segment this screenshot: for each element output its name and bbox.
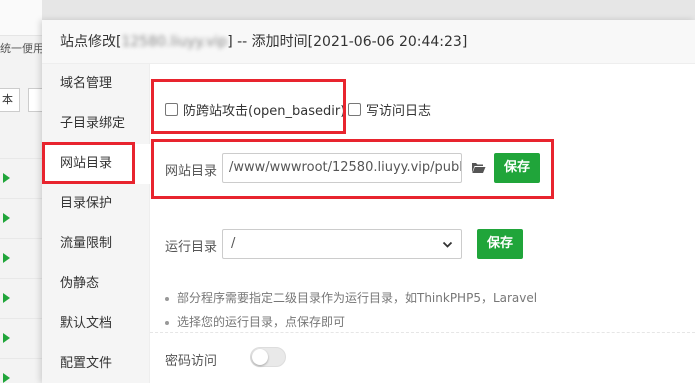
sidebar-item-domain[interactable]: 域名管理	[42, 64, 150, 104]
sidebar-item-label: 目录保护	[60, 196, 113, 211]
sidebar-item-label: 配置文件	[60, 356, 113, 371]
modal-title-prefix: 站点修改[	[60, 34, 122, 50]
tip-text: 部分程序需要指定二级目录作为运行目录，如ThinkPHP5，Laravel	[177, 291, 538, 305]
write-log-option[interactable]: 写访问日志	[348, 100, 431, 119]
sidebar-item-dir-protect[interactable]: 目录保护	[42, 184, 150, 224]
toggle-knob	[252, 349, 268, 365]
play-icon[interactable]	[3, 213, 10, 223]
background-row	[0, 358, 42, 383]
background-tag: 统一便用	[0, 42, 42, 55]
tip-item: 选择您的运行目录，点保存即可	[165, 313, 345, 330]
modal-sidebar: 域名管理 子目录绑定 网站目录 目录保护 流量限制 伪静态 默认文档 配置文件	[42, 64, 150, 383]
write-log-label: 写访问日志	[366, 104, 432, 119]
play-icon[interactable]	[3, 293, 10, 303]
run-dir-label: 运行目录	[165, 240, 218, 255]
play-icon[interactable]	[3, 333, 10, 343]
sidebar-item-label: 流量限制	[60, 236, 113, 251]
background-page: 统一便用 本	[0, 0, 42, 383]
highlight-sidebar-site-dir	[42, 142, 135, 184]
sidebar-item-config-file[interactable]: 配置文件	[42, 344, 150, 383]
sidebar-item-label: 默认文档	[60, 316, 113, 331]
modal-title-domain: 12580.liuyy.vip	[121, 34, 228, 50]
background-row	[0, 238, 42, 278]
run-dir-select[interactable]: /	[222, 229, 462, 259]
password-access-toggle[interactable]	[250, 347, 286, 367]
write-log-checkbox[interactable]	[348, 103, 361, 116]
run-dir-value: /	[231, 236, 236, 251]
play-icon[interactable]	[3, 373, 10, 383]
tip-item: 部分程序需要指定二级目录作为运行目录，如ThinkPHP5，Laravel	[165, 289, 537, 306]
background-row	[0, 198, 42, 238]
sidebar-item-subdir-binding[interactable]: 子目录绑定	[42, 104, 150, 144]
modal-title-suffix: ] -- 添加时间[2021-06-06 20:44:23]	[227, 34, 468, 50]
sidebar-item-rewrite[interactable]: 伪静态	[42, 264, 150, 304]
play-icon[interactable]	[3, 173, 10, 183]
divider	[150, 332, 695, 333]
background-header	[0, 0, 42, 36]
highlight-site-dir-row	[151, 139, 554, 199]
sidebar-item-default-doc[interactable]: 默认文档	[42, 304, 150, 344]
sidebar-item-label: 子目录绑定	[60, 116, 126, 131]
chevron-down-icon	[442, 241, 453, 248]
run-dir-save-button[interactable]: 保存	[477, 229, 523, 259]
sidebar-item-traffic-limit[interactable]: 流量限制	[42, 224, 150, 264]
site-edit-modal: 站点修改[12580.liuyy.vip] -- 添加时间[2021-06-06…	[42, 20, 695, 383]
sidebar-item-label: 域名管理	[60, 76, 113, 91]
modal-title: 站点修改[12580.liuyy.vip] -- 添加时间[2021-06-06…	[42, 20, 695, 64]
password-access-label: 密码访问	[165, 354, 218, 369]
background-row	[0, 318, 42, 358]
bullet-icon	[165, 320, 169, 325]
background-button[interactable]: 本	[0, 88, 20, 112]
background-row	[0, 278, 42, 318]
background-button-2[interactable]	[28, 88, 42, 112]
background-row	[0, 158, 42, 198]
tip-text: 选择您的运行目录，点保存即可	[177, 315, 346, 329]
highlight-anti-xss	[151, 79, 346, 134]
play-icon[interactable]	[3, 253, 10, 263]
bullet-icon	[165, 296, 169, 301]
sidebar-item-label: 伪静态	[60, 276, 100, 291]
